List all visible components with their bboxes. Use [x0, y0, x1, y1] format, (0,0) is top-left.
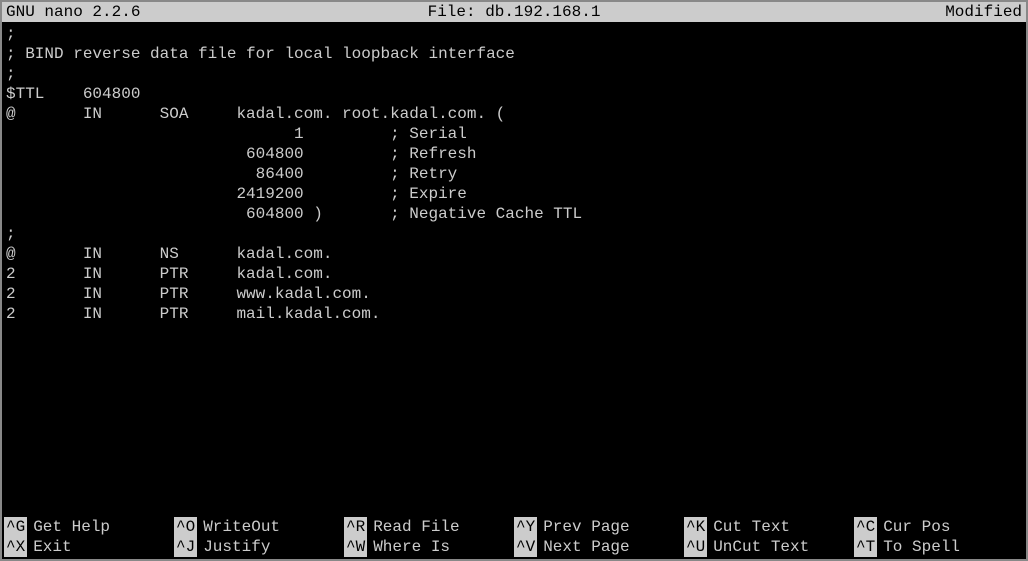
key-icon: ^J: [174, 537, 197, 557]
shortcut-bar: ^G Get Help ^O WriteOut ^R Read File ^Y …: [2, 517, 1026, 559]
file-name: File: db.192.168.1: [345, 2, 684, 22]
shortcut-label: Where Is: [373, 537, 450, 557]
key-icon: ^O: [174, 517, 197, 537]
shortcut-label: To Spell: [883, 537, 960, 557]
key-icon: ^C: [854, 517, 877, 537]
key-icon: ^K: [684, 517, 707, 537]
shortcut-label: WriteOut: [203, 517, 280, 537]
shortcut-to-spell[interactable]: ^T To Spell: [854, 537, 1024, 557]
shortcut-next-page[interactable]: ^V Next Page: [514, 537, 684, 557]
shortcut-uncut-text[interactable]: ^U UnCut Text: [684, 537, 854, 557]
key-icon: ^V: [514, 537, 537, 557]
key-icon: ^X: [4, 537, 27, 557]
shortcut-label: Next Page: [543, 537, 629, 557]
key-icon: ^U: [684, 537, 707, 557]
key-icon: ^Y: [514, 517, 537, 537]
app-name: GNU nano 2.2.6: [6, 2, 345, 22]
shortcut-label: Prev Page: [543, 517, 629, 537]
shortcut-row-1: ^G Get Help ^O WriteOut ^R Read File ^Y …: [4, 517, 1024, 537]
key-icon: ^R: [344, 517, 367, 537]
key-icon: ^W: [344, 537, 367, 557]
shortcut-get-help[interactable]: ^G Get Help: [4, 517, 174, 537]
shortcut-label: Read File: [373, 517, 459, 537]
shortcut-cur-pos[interactable]: ^C Cur Pos: [854, 517, 1024, 537]
shortcut-prev-page[interactable]: ^Y Prev Page: [514, 517, 684, 537]
shortcut-exit[interactable]: ^X Exit: [4, 537, 174, 557]
shortcut-label: Exit: [33, 537, 71, 557]
shortcut-cut-text[interactable]: ^K Cut Text: [684, 517, 854, 537]
shortcut-label: Cur Pos: [883, 517, 950, 537]
editor-content[interactable]: ; ; BIND reverse data file for local loo…: [2, 22, 1026, 326]
shortcut-label: Justify: [203, 537, 270, 557]
shortcut-where-is[interactable]: ^W Where Is: [344, 537, 514, 557]
shortcut-read-file[interactable]: ^R Read File: [344, 517, 514, 537]
shortcut-label: UnCut Text: [713, 537, 809, 557]
modified-status: Modified: [683, 2, 1022, 22]
shortcut-label: Get Help: [33, 517, 110, 537]
shortcut-justify[interactable]: ^J Justify: [174, 537, 344, 557]
shortcut-label: Cut Text: [713, 517, 790, 537]
shortcut-row-2: ^X Exit ^J Justify ^W Where Is ^V Next P…: [4, 537, 1024, 557]
title-bar: GNU nano 2.2.6 File: db.192.168.1 Modifi…: [2, 2, 1026, 22]
key-icon: ^G: [4, 517, 27, 537]
shortcut-writeout[interactable]: ^O WriteOut: [174, 517, 344, 537]
key-icon: ^T: [854, 537, 877, 557]
